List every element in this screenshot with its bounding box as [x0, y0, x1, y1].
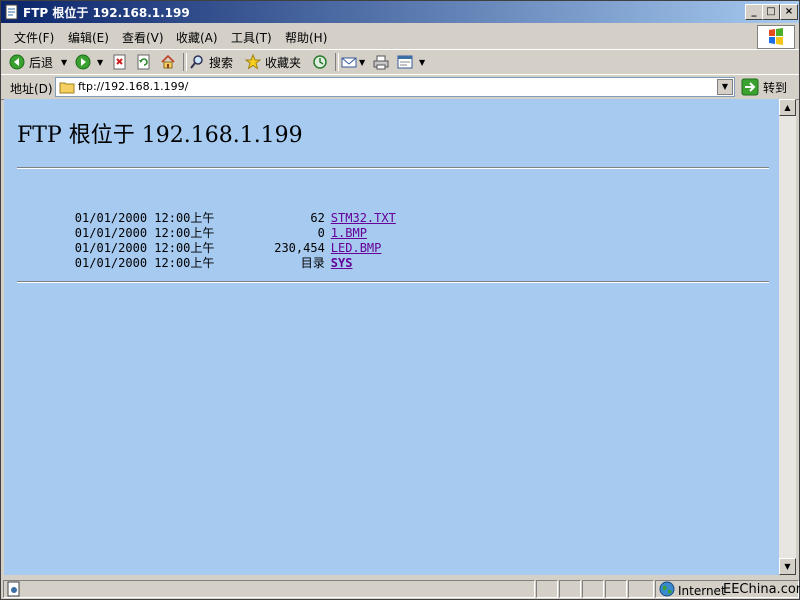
status-cell [536, 580, 558, 598]
print-button[interactable] [373, 53, 389, 71]
search-label: 搜索 [209, 55, 234, 70]
edit-page-icon [397, 55, 413, 69]
back-button[interactable]: 后退 ▼ [9, 53, 67, 71]
stop-button[interactable] [112, 53, 128, 71]
entry-date: 01/01/2000 12:00上午 [74, 241, 215, 255]
back-dropdown-icon[interactable]: ▼ [61, 58, 67, 67]
scroll-up-icon[interactable]: ▲ [779, 99, 796, 116]
list-item: 01/01/2000 12:00上午 62 STM32.TXT [17, 196, 396, 225]
home-icon [161, 54, 175, 69]
address-input[interactable]: ftp://192.168.1.199/ ▼ [55, 77, 735, 97]
mail-icon [341, 57, 357, 68]
address-bar: 地址(D) ftp://192.168.1.199/ ▼ 转到 [1, 74, 799, 100]
menu-edit[interactable]: 编辑(E) [68, 29, 109, 46]
watermark-text: EEChina.com [723, 582, 800, 597]
status-cell [628, 580, 654, 598]
search-button[interactable]: 搜索 [189, 53, 233, 71]
favorites-button[interactable]: 收藏夹 [245, 53, 301, 71]
scroll-down-icon[interactable]: ▼ [779, 558, 796, 575]
edit-page-button[interactable]: ▼ [397, 53, 425, 71]
status-cell [605, 580, 627, 598]
mail-button[interactable]: ▼ [341, 53, 365, 71]
refresh-button[interactable] [136, 53, 152, 71]
page-status-icon [7, 581, 20, 597]
file-link[interactable]: STM32.TXT [331, 211, 396, 225]
menu-tools[interactable]: 工具(T) [231, 29, 272, 46]
status-zone: Internet EEChina.com [655, 580, 800, 598]
file-link[interactable]: 1.BMP [331, 226, 367, 240]
status-bar: Internet EEChina.com [1, 578, 800, 599]
globe-icon [659, 581, 675, 597]
entry-size: 230,454 [274, 241, 325, 255]
title-bar[interactable]: FTP 根位于 192.168.1.199 _ □ × [1, 1, 799, 23]
browser-window: FTP 根位于 192.168.1.199 _ □ × 文件(F) 编辑(E) … [0, 0, 800, 600]
home-button[interactable] [160, 53, 176, 71]
window-title: FTP 根位于 192.168.1.199 [23, 6, 190, 20]
file-link[interactable]: LED.BMP [331, 241, 382, 255]
directory-link[interactable]: SYS [331, 256, 353, 270]
printer-icon [373, 55, 389, 70]
back-label: 后退 [29, 55, 54, 70]
history-icon [313, 55, 327, 69]
entry-size: 62 [310, 211, 325, 225]
status-main [3, 580, 535, 598]
status-cell [582, 580, 604, 598]
edit-dropdown-icon[interactable]: ▼ [419, 58, 425, 67]
go-arrow-icon [741, 78, 759, 96]
entry-size: 0 [317, 226, 325, 240]
toolbar-separator [335, 53, 339, 71]
entry-date: 01/01/2000 12:00上午 [74, 256, 215, 270]
forward-button[interactable]: ▼ [75, 53, 103, 71]
zone-label: Internet [678, 584, 726, 598]
ie-page-icon [5, 4, 18, 20]
address-dropdown-icon[interactable]: ▼ [717, 79, 733, 95]
mail-dropdown-icon[interactable]: ▼ [359, 58, 365, 67]
vertical-scrollbar[interactable]: ▲ ▼ [779, 99, 796, 575]
standard-toolbar: 后退 ▼ ▼ 搜索 收藏夹 ▼ ▼ [1, 49, 799, 75]
minimize-button[interactable]: _ [745, 4, 763, 20]
file-listing: 01/01/2000 12:00上午 62 STM32.TXT 01/01/2000… [17, 196, 396, 270]
menu-file[interactable]: 文件(F) [14, 29, 54, 46]
maximize-button[interactable]: □ [762, 4, 780, 20]
menu-help[interactable]: 帮助(H) [285, 29, 327, 46]
favorites-label: 收藏夹 [265, 55, 302, 70]
entry-type: 目录 [300, 256, 325, 270]
toolbar-separator [183, 53, 187, 71]
entry-date: 01/01/2000 12:00上午 [74, 211, 215, 225]
forward-arrow-icon [75, 54, 91, 70]
status-cell [559, 580, 581, 598]
menu-bar: 文件(F) 编辑(E) 查看(V) 收藏(A) 工具(T) 帮助(H) [1, 25, 799, 47]
star-icon [245, 54, 261, 70]
menu-favorites[interactable]: 收藏(A) [176, 29, 218, 46]
close-button[interactable]: × [780, 4, 798, 20]
go-button[interactable]: 转到 [741, 78, 787, 96]
go-label: 转到 [763, 80, 788, 95]
history-button[interactable] [312, 53, 328, 71]
stop-icon [113, 54, 126, 70]
menu-view[interactable]: 查看(V) [122, 29, 164, 46]
address-value: ftp://192.168.1.199/ [78, 80, 189, 93]
divider [17, 281, 769, 283]
address-label: 地址(D) [10, 82, 53, 96]
search-icon [190, 55, 203, 69]
entry-date: 01/01/2000 12:00上午 [74, 226, 215, 240]
refresh-icon [137, 54, 150, 70]
folder-icon [59, 82, 75, 94]
page-content: FTP 根位于 192.168.1.199 01/01/2000 12:00上午… [4, 99, 779, 575]
windows-logo-icon [757, 25, 795, 49]
back-arrow-icon [9, 54, 25, 70]
divider [17, 167, 769, 169]
page-title: FTP 根位于 192.168.1.199 [17, 123, 303, 148]
forward-dropdown-icon[interactable]: ▼ [97, 58, 103, 67]
